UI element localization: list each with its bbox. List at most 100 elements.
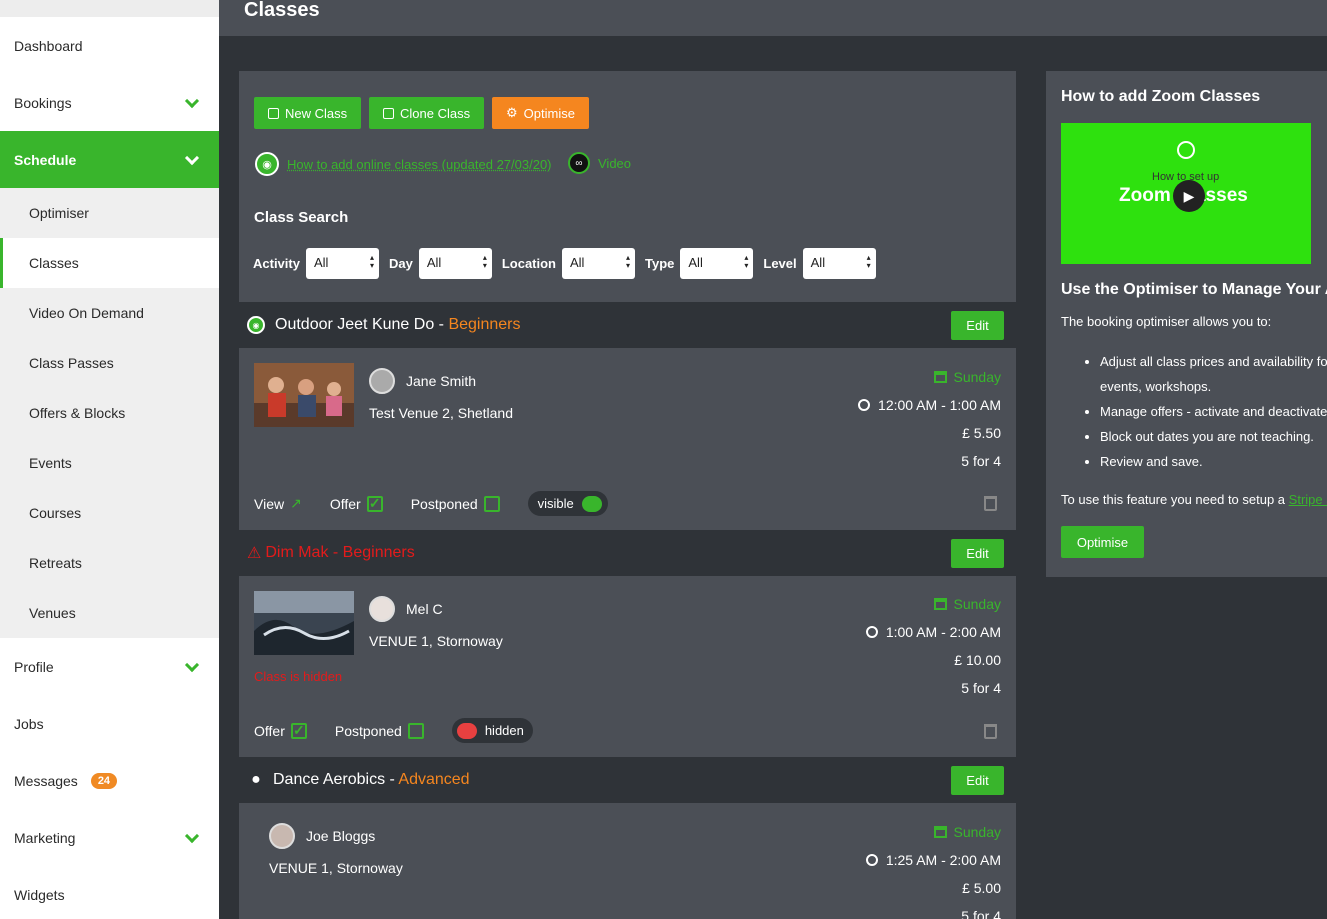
sidebar-item-label: Schedule [14,151,77,168]
chevron-down-icon [184,93,200,108]
sidebar-subitem-optimiser[interactable]: Optimiser [0,188,219,238]
list-item: Review and save. [1100,449,1327,474]
offer-checkbox[interactable]: Offer ✓ [330,495,383,512]
sidebar-subitem-label: Courses [29,505,82,521]
video-icon: ∞ [568,152,590,174]
sidebar-item-label: Marketing [14,829,76,846]
broadcast-icon: ◉ [255,152,279,176]
class-day: Sunday [866,590,1001,618]
offer-label: Offer [254,722,285,739]
trash-icon[interactable] [984,496,997,511]
class-card: Jane Smith Test Venue 2, Shetland Sunday… [239,348,1016,530]
broadcast-icon: ◉ [247,316,265,334]
sidebar-item-dashboard[interactable]: Dashboard [0,17,219,74]
class-title: Outdoor Jeet Kune Do - Beginners [275,316,520,334]
class-day: Sunday [858,363,1001,391]
sidebar-item-marketing[interactable]: Marketing [0,809,219,866]
class-time: 1:00 AM - 2:00 AM [865,618,1001,646]
sidebar-subitem-class-passes[interactable]: Class Passes [0,338,219,388]
sidebar-subitem-events[interactable]: Events [0,438,219,488]
postponed-checkbox[interactable]: Postponed [411,495,500,512]
optimiser-feature-list: Adjust all class prices and availability… [1086,349,1327,474]
type-filter-select[interactable]: All [680,248,754,279]
class-name: Outdoor Jeet Kune Do [275,316,435,333]
day-filter-value: All [426,255,442,270]
level-filter-select[interactable]: All [802,248,876,279]
new-class-button[interactable]: New Class [254,97,362,129]
sidebar-subitem-classes[interactable]: Classes [0,238,219,288]
class-thumbnail [254,363,354,427]
type-filter-label: Type [645,256,675,271]
trash-icon[interactable] [984,724,997,739]
sidebar-item-bookings[interactable]: Bookings [0,74,219,131]
location-filter-value: All [570,255,585,270]
sidebar-item-widgets[interactable]: Widgets [0,866,219,919]
sidebar-item-label: Widgets [14,886,65,903]
sidebar-subitem-label: Classes [29,255,79,271]
video-link[interactable]: ∞ Video [568,152,631,174]
clone-class-label: Clone Class [400,105,471,121]
optimise-button[interactable]: ⚙ Optimise [492,97,589,129]
sidebar-item-messages[interactable]: Messages 24 [0,752,219,809]
level-filter-label: Level [763,256,797,271]
class-thumbnail [254,591,354,655]
visibility-label: hidden [484,723,524,738]
class-header: ⚠ Dim Mak - Beginners Edit [239,530,1016,576]
hidden-class-notice: Class is hidden [254,669,343,684]
visibility-label: visible [537,496,574,511]
avatar [269,823,295,849]
sidebar-subitem-retreats[interactable]: Retreats [0,538,219,588]
calendar-icon [933,371,947,383]
offer-checkbox[interactable]: Offer ✓ [254,722,307,739]
view-class-link[interactable]: View ↗ [254,495,302,512]
location-filter-select[interactable]: All [562,248,635,279]
sidebar-subitem-venues[interactable]: Venues [0,588,219,638]
page-header: Classes [219,0,1327,36]
online-classes-help-link[interactable]: ◉ How to add online classes (updated 27/… [255,152,552,176]
edit-class-button[interactable]: Edit [951,311,1004,340]
class-header: ● Dance Aerobics - Advanced Edit [239,757,1016,803]
sidebar-item-label: Bookings [14,94,72,111]
class-level: Beginners [342,544,415,561]
video-link-label: Video [598,155,632,171]
type-filter-value: All [688,255,703,270]
class-time: 1:25 AM - 2:00 AM [865,846,1001,874]
class-time: 12:00 AM - 1:00 AM [858,391,1001,419]
help-link-label: How to add online classes (updated 27/03… [287,156,552,172]
sidebar: Dashboard Bookings Schedule Optimiser Cl… [0,0,219,919]
empty-checkbox [483,495,500,512]
activity-filter-label: Activity [253,256,300,271]
sidebar-subitem-courses[interactable]: Courses [0,488,219,538]
sidebar-top-strip [0,0,219,17]
zoom-tutorial-video[interactable]: How to set up Zoom Classes ▶ [1061,123,1311,264]
visibility-toggle[interactable]: hidden [451,718,533,743]
sidebar-subitem-label: Retreats [29,555,82,571]
clock-icon [865,854,878,866]
edit-class-button[interactable]: Edit [951,766,1004,795]
class-card: Joe Bloggs VENUE 1, Stornoway Sunday 1:2… [239,803,1016,919]
map-pin-icon: ● [251,771,261,788]
class-price: £ 5.00 [962,880,1001,896]
sidebar-subitem-video-on-demand[interactable]: Video On Demand [0,288,219,338]
class-day-label: Sunday [953,596,1001,612]
list-item: Adjust all class prices and availability… [1100,349,1327,374]
postponed-checkbox[interactable]: Postponed [335,722,424,739]
clone-class-button[interactable]: Clone Class [369,97,485,129]
visibility-toggle[interactable]: visible [527,491,608,516]
activity-filter-value: All [313,255,329,270]
sidebar-item-jobs[interactable]: Jobs [0,695,219,752]
sidebar-subitem-offers-blocks[interactable]: Offers & Blocks [0,388,219,438]
sidebar-item-profile[interactable]: Profile [0,638,219,695]
edit-class-button[interactable]: Edit [951,539,1004,568]
new-class-label: New Class [285,105,348,121]
day-filter-select[interactable]: All [418,248,492,279]
warning-icon: ⚠ [247,545,262,562]
optimise-panel-button[interactable]: Optimise [1061,526,1144,558]
activity-filter-select[interactable]: All [305,248,379,279]
stripe-link[interactable]: Stripe a [1289,492,1327,507]
class-name: Dance Aerobics [273,771,386,788]
sidebar-item-schedule[interactable]: Schedule [0,131,219,188]
help-panel: How to add Zoom Classes How to set up Zo… [1046,71,1327,577]
optimiser-heading: Use the Optimiser to Manage Your A [1061,281,1327,298]
play-icon[interactable]: ▶ [1173,180,1205,212]
